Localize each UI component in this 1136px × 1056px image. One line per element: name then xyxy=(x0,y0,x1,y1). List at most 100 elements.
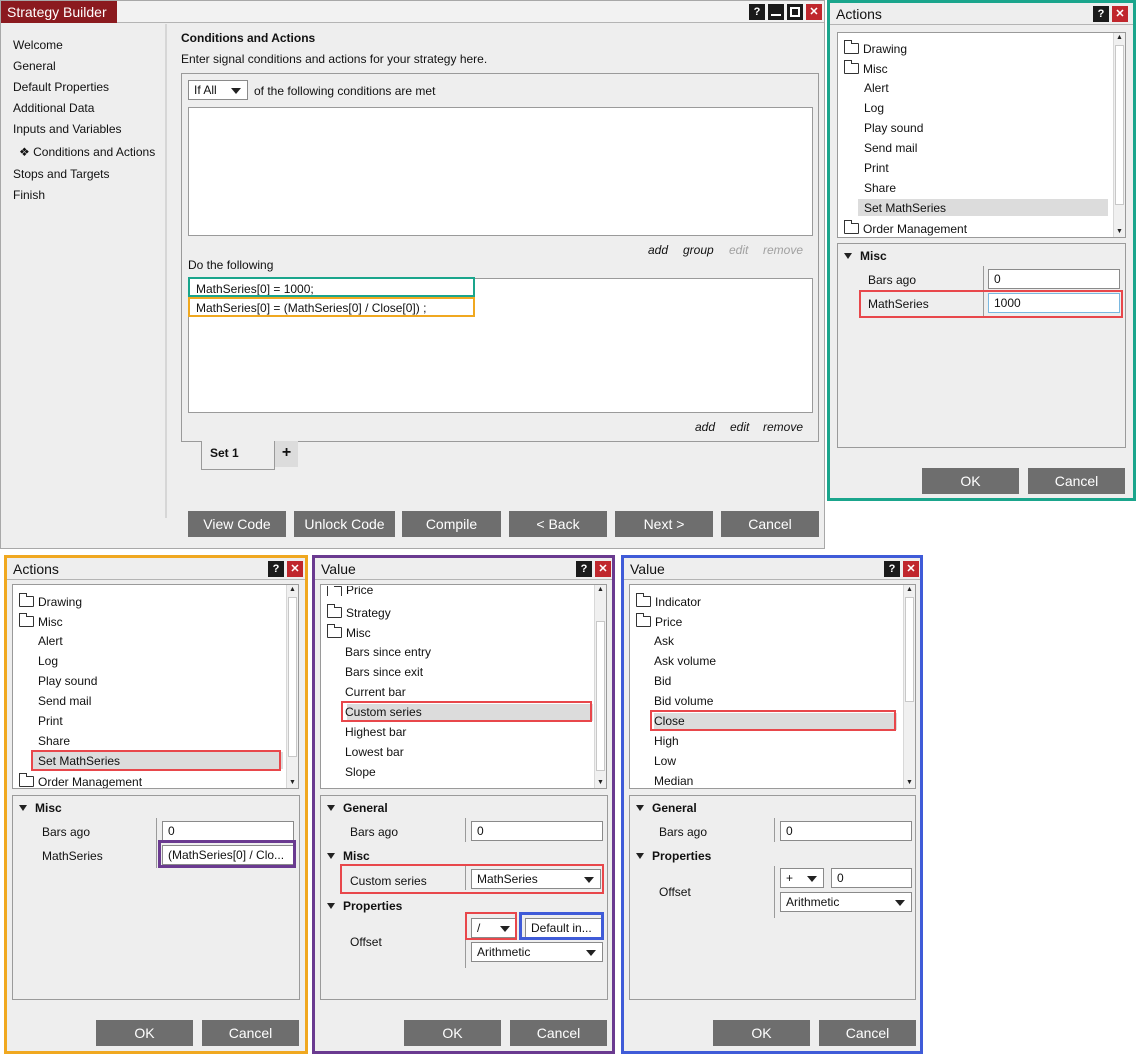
tree-item-close[interactable]: Close xyxy=(654,714,685,728)
bars-ago-input[interactable]: 0 xyxy=(162,821,294,841)
tree-item-set-mathseries[interactable]: Set MathSeries xyxy=(38,754,120,768)
value-right-tree[interactable]: Indicator Price Ask Ask volume Bid Bid v… xyxy=(629,584,916,789)
tree-item-current-bar[interactable]: Current bar xyxy=(345,685,406,699)
section-misc[interactable]: Misc xyxy=(19,801,62,815)
bars-ago-input[interactable]: 0 xyxy=(780,821,912,841)
tree-item-print[interactable]: Print xyxy=(38,714,63,728)
help-icon[interactable]: ? xyxy=(749,4,765,20)
section-properties[interactable]: Properties xyxy=(327,899,402,913)
sidebar-item-finish[interactable]: Finish xyxy=(13,188,45,202)
tree-item-ask[interactable]: Ask xyxy=(654,634,674,648)
tree-item-print[interactable]: Print xyxy=(864,161,889,175)
tree-item-custom-series[interactable]: Custom series xyxy=(345,705,422,719)
action-row[interactable]: MathSeries[0] = 1000; xyxy=(196,282,314,296)
tree-folder-order-management[interactable]: Order Management xyxy=(19,773,142,788)
sidebar-item-inputs-variables[interactable]: Inputs and Variables xyxy=(13,122,122,136)
tree-item-play-sound[interactable]: Play sound xyxy=(38,674,97,688)
ok-button[interactable]: OK xyxy=(922,468,1019,494)
ok-button[interactable]: OK xyxy=(96,1020,193,1046)
tree-scrollbar[interactable]: ▲ ▼ xyxy=(286,585,298,788)
tree-item-ask-volume[interactable]: Ask volume xyxy=(654,654,716,668)
cancel-button[interactable]: Cancel xyxy=(510,1020,607,1046)
ok-button[interactable]: OK xyxy=(404,1020,501,1046)
tree-item-log[interactable]: Log xyxy=(864,101,884,115)
tab-set-1[interactable]: Set 1 xyxy=(201,441,275,470)
ok-button[interactable]: OK xyxy=(713,1020,810,1046)
cancel-button[interactable]: Cancel xyxy=(1028,468,1125,494)
scroll-up-icon[interactable]: ▲ xyxy=(287,585,298,595)
action-row[interactable]: MathSeries[0] = (MathSeries[0] / Close[0… xyxy=(196,301,426,315)
sidebar-item-stops-targets[interactable]: Stops and Targets xyxy=(13,167,110,181)
tree-item-share[interactable]: Share xyxy=(38,734,70,748)
tree-folder-misc[interactable]: Misc xyxy=(327,624,371,640)
offset-type-select[interactable]: Arithmetic xyxy=(780,892,912,912)
scroll-down-icon[interactable]: ▼ xyxy=(1114,227,1125,237)
compile-button[interactable]: Compile xyxy=(402,511,501,537)
tree-item-bid[interactable]: Bid xyxy=(654,674,671,688)
tree-folder-misc[interactable]: Misc xyxy=(844,60,888,76)
offset-value-input[interactable]: 0 xyxy=(831,868,912,888)
help-icon[interactable]: ? xyxy=(576,561,592,577)
custom-series-select[interactable]: MathSeries xyxy=(471,869,601,889)
sidebar-item-welcome[interactable]: Welcome xyxy=(13,38,63,52)
minimize-icon[interactable] xyxy=(768,4,784,20)
offset-value-button[interactable]: Default in... xyxy=(525,918,603,938)
scroll-down-icon[interactable]: ▼ xyxy=(287,778,298,788)
tree-item-bars-since-entry[interactable]: Bars since entry xyxy=(345,645,431,659)
scroll-down-icon[interactable]: ▼ xyxy=(595,778,606,788)
tree-item-alert[interactable]: Alert xyxy=(864,81,889,95)
tree-scrollbar[interactable]: ▲ ▼ xyxy=(1113,33,1125,237)
actions-bottom-tree[interactable]: Drawing Misc Alert Log Play sound Send m… xyxy=(12,584,299,789)
tree-folder-drawing[interactable]: Drawing xyxy=(844,40,907,56)
tree-item-median[interactable]: Median xyxy=(654,774,693,788)
condition-mode-select[interactable]: If All xyxy=(188,80,248,100)
section-properties[interactable]: Properties xyxy=(636,849,711,863)
tree-item-bars-since-exit[interactable]: Bars since exit xyxy=(345,665,423,679)
tree-item-lowest-bar[interactable]: Lowest bar xyxy=(345,745,404,759)
tree-folder-strategy[interactable]: Strategy xyxy=(327,604,391,620)
section-general[interactable]: General xyxy=(636,801,697,815)
bars-ago-input[interactable]: 0 xyxy=(471,821,603,841)
offset-operator-select[interactable]: / xyxy=(471,918,517,938)
section-general[interactable]: General xyxy=(327,801,388,815)
scroll-down-icon[interactable]: ▼ xyxy=(904,778,915,788)
tree-item-low[interactable]: Low xyxy=(654,754,676,768)
tree-folder-price[interactable]: Price xyxy=(327,586,373,596)
close-icon[interactable]: ✕ xyxy=(595,561,611,577)
help-icon[interactable]: ? xyxy=(884,561,900,577)
tree-item-bid-volume[interactable]: Bid volume xyxy=(654,694,713,708)
close-icon[interactable]: ✕ xyxy=(287,561,303,577)
scroll-thumb[interactable] xyxy=(288,597,297,757)
edit-action-link[interactable]: edit xyxy=(730,420,749,434)
actions-list[interactable]: MathSeries[0] = 1000; MathSeries[0] = (M… xyxy=(188,278,813,413)
mathseries-input[interactable]: 1000 xyxy=(988,293,1120,313)
tree-item-log[interactable]: Log xyxy=(38,654,58,668)
sidebar-item-additional-data[interactable]: Additional Data xyxy=(13,101,94,115)
scroll-up-icon[interactable]: ▲ xyxy=(904,585,915,595)
conditions-list[interactable] xyxy=(188,107,813,236)
help-icon[interactable]: ? xyxy=(268,561,284,577)
tree-item-send-mail[interactable]: Send mail xyxy=(38,694,91,708)
next-button[interactable]: Next > xyxy=(615,511,713,537)
scroll-thumb[interactable] xyxy=(905,597,914,702)
tree-item-share[interactable]: Share xyxy=(864,181,896,195)
scroll-up-icon[interactable]: ▲ xyxy=(1114,33,1125,43)
section-misc[interactable]: Misc xyxy=(327,849,370,863)
tree-folder-drawing[interactable]: Drawing xyxy=(19,593,82,609)
tree-item-high[interactable]: High xyxy=(654,734,679,748)
mathseries-input[interactable]: (MathSeries[0] / Clo... xyxy=(162,845,294,865)
cancel-button[interactable]: Cancel xyxy=(819,1020,916,1046)
tree-item-set-mathseries[interactable]: Set MathSeries xyxy=(864,201,946,215)
help-icon[interactable]: ? xyxy=(1093,6,1109,22)
close-icon[interactable]: ✕ xyxy=(903,561,919,577)
tree-folder-misc[interactable]: Misc xyxy=(19,613,63,629)
sidebar-item-general[interactable]: General xyxy=(13,59,56,73)
close-icon[interactable]: ✕ xyxy=(1112,6,1128,22)
remove-action-link[interactable]: remove xyxy=(763,420,803,434)
tree-item-highest-bar[interactable]: Highest bar xyxy=(345,725,406,739)
cancel-button[interactable]: Cancel xyxy=(202,1020,299,1046)
sidebar-item-default-properties[interactable]: Default Properties xyxy=(13,80,109,94)
tree-item-play-sound[interactable]: Play sound xyxy=(864,121,923,135)
add-action-link[interactable]: add xyxy=(695,420,715,434)
offset-type-select[interactable]: Arithmetic xyxy=(471,942,603,962)
